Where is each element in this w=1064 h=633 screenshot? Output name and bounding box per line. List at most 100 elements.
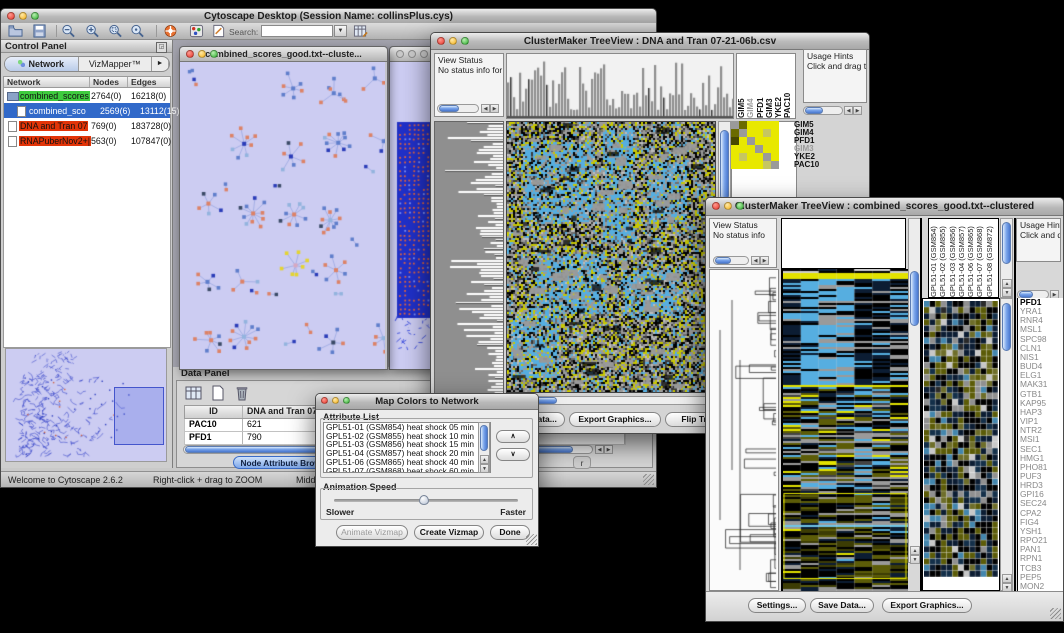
delete-attribute-icon[interactable]	[233, 385, 250, 401]
scroll-right-arrow[interactable]: ▶	[760, 256, 769, 265]
tv2-secondary-heatmap-pane[interactable]	[922, 298, 1000, 591]
minimize-button[interactable]	[724, 202, 732, 210]
tv2-labels-vscrollbar[interactable]: ▲ ▼	[1000, 218, 1013, 298]
tv1-hints-hscrollbar[interactable]	[803, 106, 843, 115]
network-overview-panel[interactable]	[5, 348, 167, 462]
zoom-in-icon[interactable]	[85, 24, 100, 38]
matrix-cell[interactable]	[763, 161, 771, 169]
network-tree-row[interactable]: combined_sco2569(6)13112(15)	[4, 103, 170, 118]
matrix-cell[interactable]	[763, 153, 771, 161]
matrix-cell[interactable]	[731, 153, 739, 161]
attribute-list-item[interactable]: GPL51-07 (GSM868) heat shock 60 min	[324, 467, 490, 473]
matrix-cell[interactable]	[747, 121, 755, 129]
treeview1-titlebar[interactable]: ClusterMaker TreeView : DNA and Tran 07-…	[431, 33, 869, 50]
matrix-cell[interactable]	[731, 129, 739, 137]
matrix-cell[interactable]	[739, 161, 747, 169]
matrix-cell[interactable]	[739, 129, 747, 137]
scroll-left-arrow[interactable]: ◀	[481, 104, 490, 113]
matrix-cell[interactable]	[747, 129, 755, 137]
speed-slider-thumb[interactable]	[419, 495, 429, 505]
matrix-cell[interactable]	[731, 161, 739, 169]
scroll-down-arrow[interactable]: ▼	[480, 464, 489, 473]
matrix-cell[interactable]	[747, 153, 755, 161]
vizmapper-icon[interactable]	[189, 24, 204, 38]
zoom-button[interactable]	[420, 50, 428, 58]
tv2-settings-button[interactable]: Settings...	[748, 598, 806, 613]
zoom-button[interactable]	[736, 202, 744, 210]
close-button[interactable]	[321, 397, 328, 404]
tv2-heatmap-pane[interactable]	[781, 269, 908, 591]
search-input[interactable]	[261, 25, 333, 37]
tv2-gene-dendrogram-pane[interactable]	[709, 269, 779, 591]
matrix-cell[interactable]	[747, 137, 755, 145]
zoom-button[interactable]	[31, 12, 39, 20]
tv2-gene-label-list[interactable]: PFD1YRA1RNR4MSL1SPC98CLN1NIS1BUD4ELG1MAK…	[1017, 298, 1063, 591]
tab-network[interactable]: Network	[5, 57, 79, 71]
matrix-cell[interactable]	[731, 145, 739, 153]
tv2-array-dendrogram-pane[interactable]	[781, 218, 906, 269]
scroll-right-arrow[interactable]: ▶	[490, 104, 499, 113]
zoom-button[interactable]	[343, 397, 350, 404]
minimize-button[interactable]	[198, 50, 206, 58]
matrix-cell[interactable]	[731, 137, 739, 145]
close-button[interactable]	[7, 12, 15, 20]
attribute-table-icon[interactable]	[353, 24, 368, 38]
scroll-right-arrow[interactable]: ▶	[853, 106, 862, 115]
minimize-button[interactable]	[332, 397, 339, 404]
matrix-cell[interactable]	[771, 153, 779, 161]
minimize-button[interactable]	[449, 37, 457, 45]
matrix-cell[interactable]	[763, 121, 771, 129]
matrix-cell[interactable]	[771, 145, 779, 153]
move-down-button[interactable]: ∨	[496, 448, 530, 461]
matrix-cell[interactable]	[763, 145, 771, 153]
attribute-select-icon[interactable]	[185, 385, 202, 401]
zoom-button[interactable]	[461, 37, 469, 45]
matrix-cell[interactable]	[771, 121, 779, 129]
matrix-cell[interactable]	[755, 137, 763, 145]
resize-grip[interactable]	[643, 474, 654, 485]
network-tree-row[interactable]: DNA and Tran 07769(0)183728(0)	[4, 118, 170, 133]
scroll-up-arrow[interactable]: ▲	[480, 455, 489, 464]
done-button[interactable]: Done	[490, 525, 530, 540]
matrix-cell[interactable]	[731, 121, 739, 129]
treeview2-titlebar[interactable]: ClusterMaker TreeView : combined_scores_…	[706, 198, 1063, 216]
network2-titlebar[interactable]	[390, 47, 435, 62]
network2-canvas[interactable]	[390, 62, 433, 369]
matrix-cell[interactable]	[771, 129, 779, 137]
resize-grip[interactable]	[526, 534, 537, 545]
create-vizmap-button[interactable]: Create Vizmap	[414, 525, 484, 540]
attribute-list[interactable]: GPL51-01 (GSM854) heat shock 05 minGPL51…	[323, 422, 491, 473]
matrix-cell[interactable]	[771, 161, 779, 169]
dialog-titlebar[interactable]: Map Colors to Network	[316, 394, 538, 410]
matrix-cell[interactable]	[755, 153, 763, 161]
matrix-cell[interactable]	[739, 121, 747, 129]
scrollbar-thumb[interactable]	[1002, 222, 1011, 264]
matrix-cell[interactable]	[739, 137, 747, 145]
tab-hidden-fragment[interactable]: r	[573, 456, 591, 469]
minimize-button[interactable]	[408, 50, 416, 58]
close-button[interactable]	[186, 50, 194, 58]
tv1-status-hscrollbar[interactable]	[437, 104, 479, 113]
tv2-export-graphics-button[interactable]: Export Graphics...	[882, 598, 972, 613]
new-attribute-icon[interactable]	[209, 385, 226, 401]
network1-titlebar[interactable]: combined_scores_good.txt--cluste...	[180, 47, 387, 62]
matrix-cell[interactable]	[763, 137, 771, 145]
save-icon[interactable]	[32, 24, 47, 38]
matrix-cell[interactable]	[755, 145, 763, 153]
tv2-status-hscrollbar[interactable]	[713, 256, 749, 265]
tab-vizmapper[interactable]: VizMapper™	[79, 57, 153, 71]
scrollbar-thumb[interactable]	[910, 271, 919, 326]
matrix-cell[interactable]	[755, 121, 763, 129]
network-tree-row[interactable]: RNAPuberNov2+|563(0)107847(0)	[4, 133, 170, 148]
zoom-selected-icon[interactable]	[108, 24, 123, 38]
scroll-left-arrow[interactable]: ◀	[595, 445, 604, 454]
zoom-fit-icon[interactable]	[130, 24, 145, 38]
tv2-save-data-button[interactable]: Save Data...	[810, 598, 874, 613]
move-up-button[interactable]: ∧	[496, 430, 530, 443]
matrix-cell[interactable]	[763, 129, 771, 137]
scroll-left-arrow[interactable]: ◀	[751, 256, 760, 265]
zoom-button[interactable]	[210, 50, 218, 58]
scroll-down-arrow[interactable]: ▼	[910, 555, 920, 564]
matrix-cell[interactable]	[747, 161, 755, 169]
attribute-list-vscrollbar[interactable]: ▲ ▼	[478, 422, 490, 473]
